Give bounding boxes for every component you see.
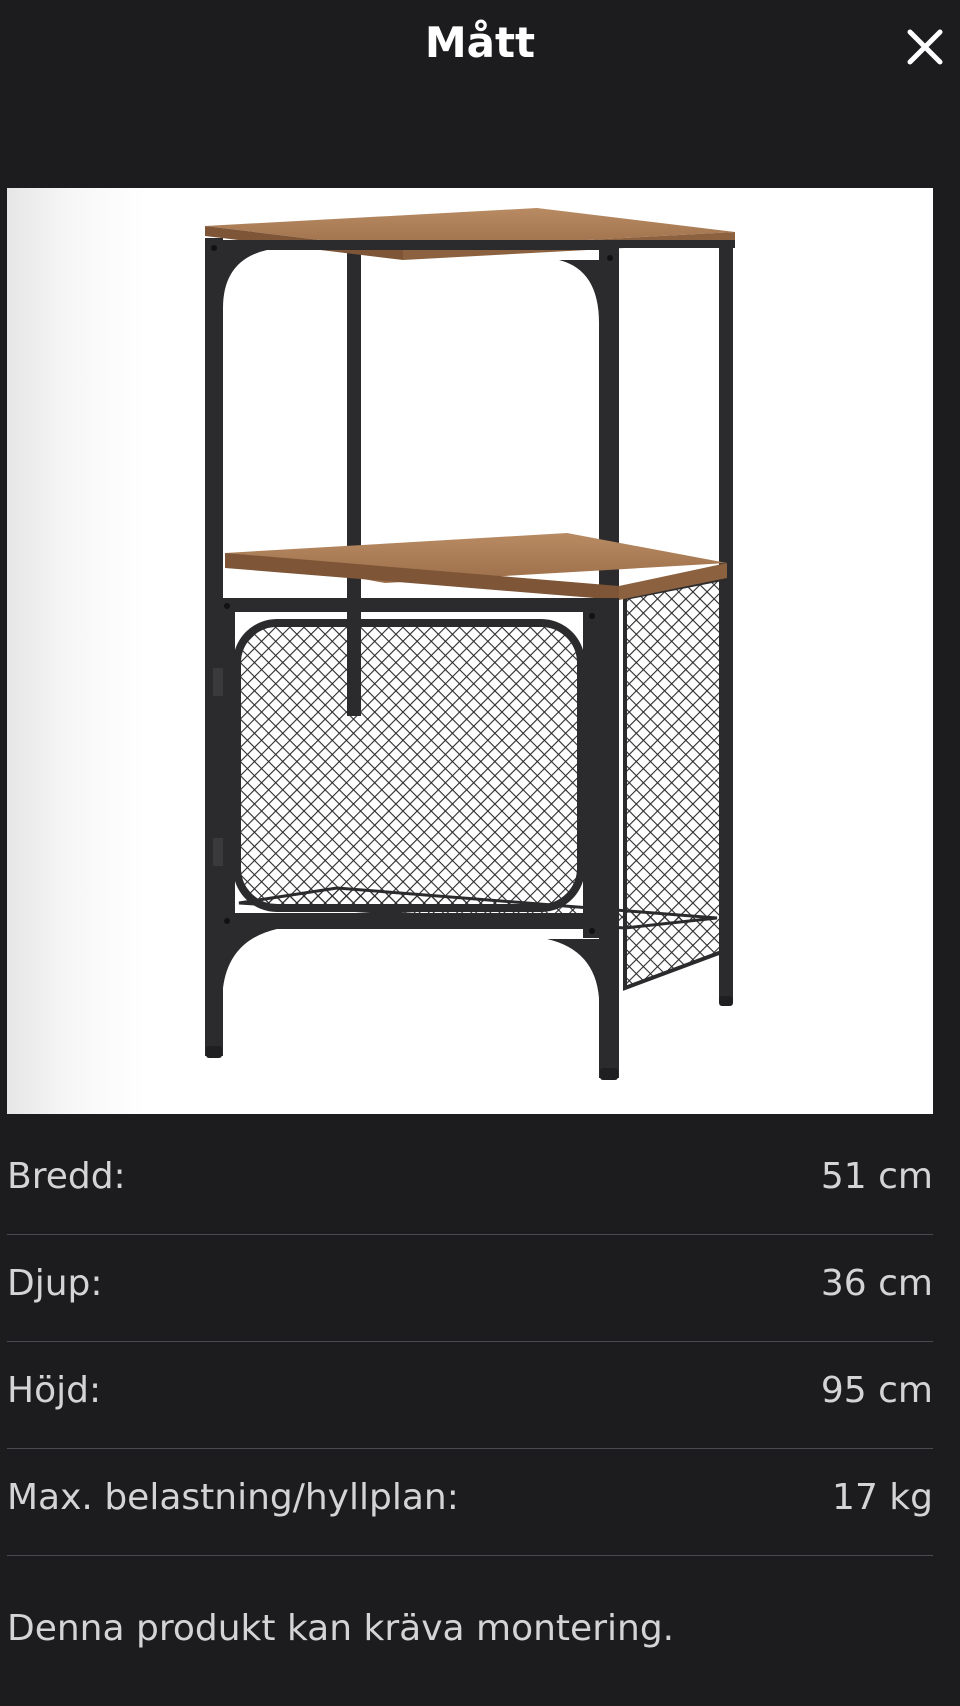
header: Mått [0,0,960,100]
dimensions-list: Bredd: 51 cm Djup: 36 cm Höjd: 95 cm Max… [7,1128,933,1556]
dimension-row-max-load: Max. belastning/hyllplan: 17 kg [7,1449,933,1556]
dimension-row-depth: Djup: 36 cm [7,1235,933,1342]
dimension-value: 36 cm [820,1263,933,1304]
dimension-row-height: Höjd: 95 cm [7,1342,933,1449]
page-title: Mått [424,18,536,67]
dimension-row-width: Bredd: 51 cm [7,1128,933,1235]
dimension-label: Bredd: [7,1156,126,1197]
dimension-label: Djup: [7,1263,103,1304]
dimension-value: 51 cm [820,1156,933,1197]
shelf-unit-photo [205,208,735,1080]
dimension-value: 17 kg [832,1477,933,1518]
dimension-label: Höjd: [7,1370,102,1411]
dimension-value: 95 cm [820,1370,933,1411]
dimension-label: Max. belastning/hyllplan: [7,1477,459,1518]
close-icon[interactable] [905,27,945,67]
assembly-note: Denna produkt kan kräva montering. [7,1608,675,1649]
product-image [7,188,933,1114]
